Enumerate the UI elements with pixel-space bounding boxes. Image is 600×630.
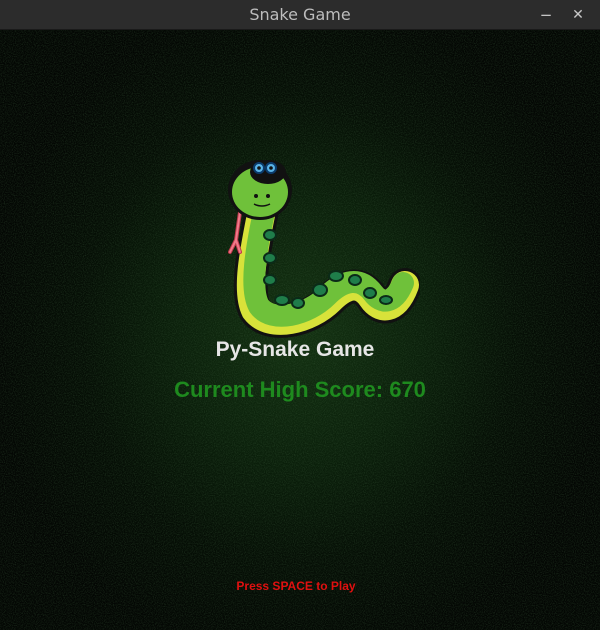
window-title: Snake Game — [249, 5, 351, 24]
game-title: Py-Snake Game — [215, 338, 375, 361]
window-titlebar[interactable]: Snake Game − ✕ — [0, 0, 600, 30]
high-score-label: Current High Score: 670 — [174, 377, 426, 402]
start-prompt: Press SPACE to Play — [236, 579, 356, 593]
minimize-button[interactable]: − — [536, 5, 556, 25]
close-button[interactable]: ✕ — [568, 5, 588, 25]
game-canvas[interactable]: Py-Snake Game Current High Score: 670 Pr… — [0, 30, 600, 630]
game-window: Snake Game − ✕ Py-Snake Game Current Hig… — [0, 0, 600, 630]
snake-logo-icon — [228, 160, 420, 338]
